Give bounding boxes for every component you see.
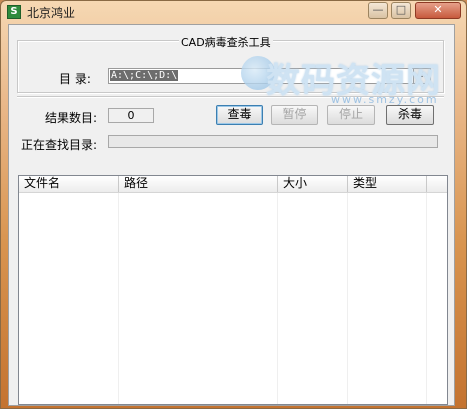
minimize-icon: — <box>372 3 384 16</box>
app-window: S 北京鸿业 — □ ✕ CAD病毒查杀工具 目 录: A:\;C:\;D:\ … <box>0 0 467 409</box>
searching-dir-label: 正在查找目录: <box>21 138 98 152</box>
column-header-size[interactable]: 大小 <box>278 176 348 192</box>
column-header-path[interactable]: 路径 <box>119 176 278 192</box>
kill-virus-button[interactable]: 杀毒 <box>386 105 434 125</box>
column-header-filename[interactable]: 文件名 <box>19 176 119 192</box>
column-divider <box>277 193 278 404</box>
watermark-url: www.smzy.com <box>331 93 439 106</box>
title-bar[interactable]: S 北京鸿业 — □ ✕ <box>1 1 466 23</box>
scan-button[interactable]: 查毒 <box>216 105 263 125</box>
app-logo-icon: S <box>7 5 21 19</box>
column-header-type[interactable]: 类型 <box>348 176 427 192</box>
maximize-button[interactable]: □ <box>391 2 411 19</box>
column-divider <box>426 193 427 404</box>
group-title: CAD病毒查杀工具 <box>179 34 273 50</box>
window-title: 北京鸿业 <box>27 6 76 20</box>
results-table[interactable]: 文件名 路径 大小 类型 <box>18 175 448 405</box>
directory-value: A:\;C:\;D:\ <box>110 70 179 81</box>
close-icon: ✕ <box>433 3 443 16</box>
close-button[interactable]: ✕ <box>415 2 461 19</box>
directory-label: 目 录: <box>59 72 91 86</box>
stop-button[interactable]: 停止 <box>327 105 375 125</box>
result-count-value: 0 <box>108 108 154 123</box>
maximize-icon: □ <box>395 3 407 16</box>
searching-dir-field <box>108 135 438 148</box>
pause-button[interactable]: 暂停 <box>271 105 318 125</box>
result-count-label: 结果数目: <box>45 111 98 125</box>
minimize-button[interactable]: — <box>368 2 388 19</box>
column-divider <box>347 193 348 404</box>
table-header: 文件名 路径 大小 类型 <box>19 176 447 193</box>
column-divider <box>118 193 119 404</box>
